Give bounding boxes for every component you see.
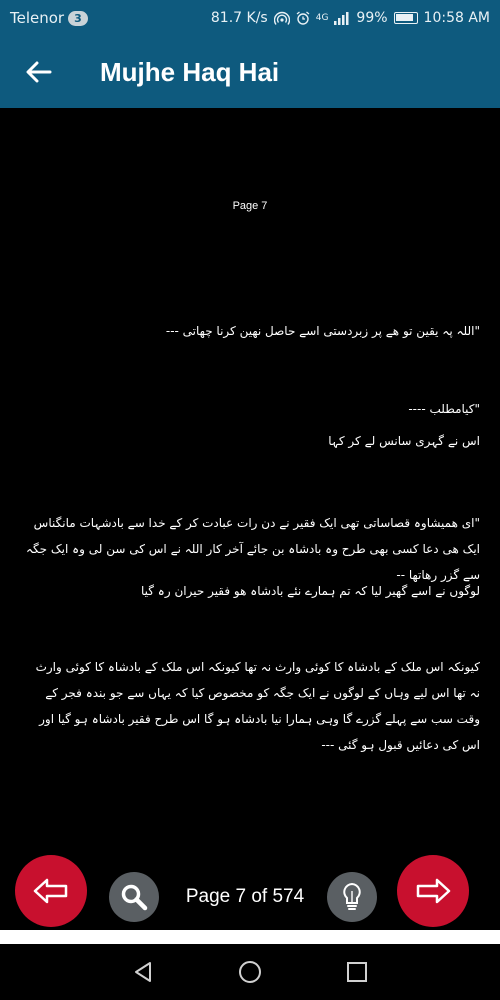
paragraph: لوگوں نے اسے گھیر لیا کہ تم ہمارے نئے با… bbox=[141, 584, 480, 598]
status-bar: Telenor 3 81.7 K/s 4G 99% 10:58 AM bbox=[0, 0, 500, 36]
network-speed: 81.7 K/s bbox=[210, 10, 268, 26]
divider-strip bbox=[0, 930, 500, 944]
alarm-icon bbox=[296, 11, 310, 25]
network-type: 4G bbox=[315, 13, 329, 23]
circle-home-icon bbox=[238, 961, 261, 983]
paragraph: "ای ھمیشاوہ قصاساتی تھی ایک فقیر نے دن ر… bbox=[26, 516, 480, 582]
arrow-left-outline-icon bbox=[33, 878, 68, 904]
battery-percent: 99% bbox=[356, 10, 388, 26]
sim-badge: 3 bbox=[68, 10, 88, 26]
status-right: 81.7 K/s 4G 99% 10:58 AM bbox=[211, 10, 490, 26]
app-title: Mujhe Haq Hai bbox=[100, 56, 280, 87]
hotspot-icon bbox=[273, 11, 290, 25]
system-back-button[interactable] bbox=[123, 952, 163, 992]
search-icon bbox=[121, 884, 148, 911]
battery-icon bbox=[393, 12, 418, 24]
back-button[interactable] bbox=[16, 49, 62, 95]
lightbulb-icon bbox=[343, 882, 361, 910]
system-nav-bar bbox=[0, 944, 500, 1000]
triangle-back-icon bbox=[135, 962, 152, 982]
paragraph: "کیامطلب ---- bbox=[408, 402, 480, 416]
arrow-right-outline-icon bbox=[416, 878, 451, 904]
paragraph: "اللہ پہ یقین تو ھے پر زبردستی اسے حاصل … bbox=[165, 324, 480, 338]
clock: 10:58 AM bbox=[423, 10, 490, 26]
system-recents-button[interactable] bbox=[337, 952, 377, 992]
system-home-button[interactable] bbox=[230, 952, 270, 992]
hint-button[interactable] bbox=[327, 872, 377, 922]
app-bar: Mujhe Haq Hai bbox=[0, 36, 500, 108]
page-label: Page 7 bbox=[232, 200, 268, 212]
square-recents-icon bbox=[346, 962, 367, 982]
arrow-left-icon bbox=[26, 61, 52, 83]
prev-page-button[interactable] bbox=[15, 855, 87, 927]
carrier-name: Telenor bbox=[10, 9, 65, 27]
page-counter: Page 7 of 574 bbox=[185, 886, 305, 907]
reader-content[interactable]: Page 7 "اللہ پہ یقین تو ھے پر زبردستی اس… bbox=[0, 108, 500, 930]
search-button[interactable] bbox=[109, 872, 159, 922]
paragraph: اس نے گہری سانس لے کر کہا bbox=[328, 434, 480, 448]
signal-icon bbox=[334, 11, 349, 25]
paragraph: کیونکہ اس ملک کے بادشاہ کا کوئی وارث نہ … bbox=[35, 660, 480, 752]
next-page-button[interactable] bbox=[397, 855, 469, 927]
